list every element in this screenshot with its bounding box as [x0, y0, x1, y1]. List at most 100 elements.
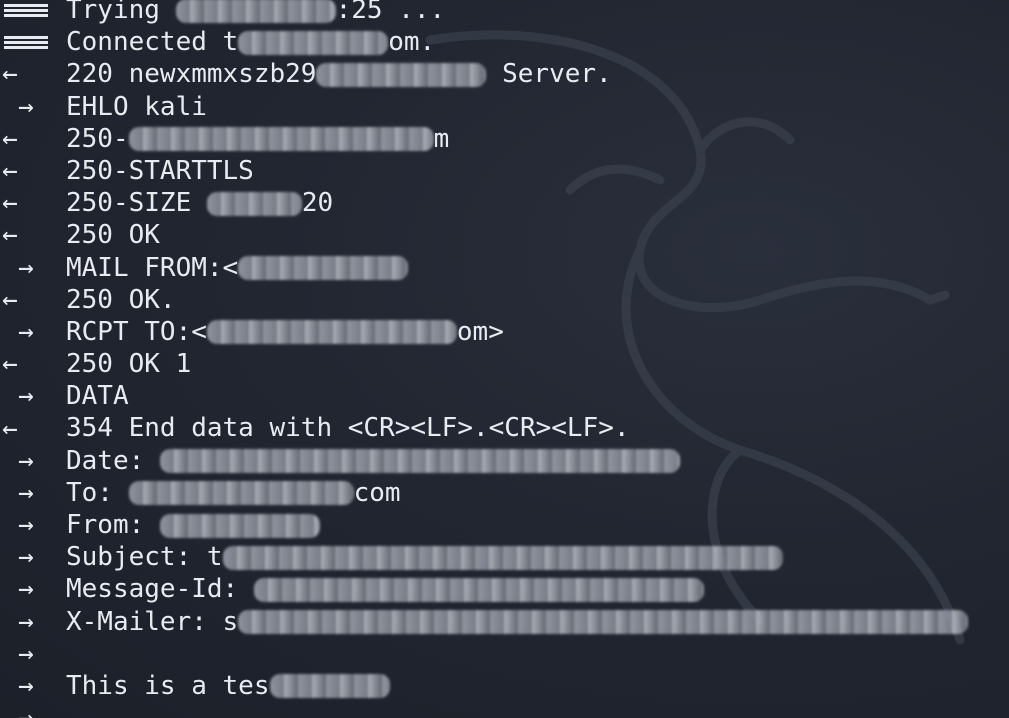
- arrow-left-glyph: ←: [2, 188, 18, 219]
- line-text-before: X-Mailer: s: [66, 606, 239, 637]
- terminal-line: ← 250- m: [0, 123, 1009, 155]
- arrow-left-icon: ←: [0, 348, 66, 380]
- line-text: EHLO kali: [66, 91, 207, 123]
- terminal-line: → Message-Id:: [0, 573, 1009, 605]
- arrow-left-icon: ←: [0, 284, 66, 316]
- redacted-region: [159, 449, 680, 474]
- arrow-left-glyph: ←: [2, 349, 18, 380]
- line-text: Message-Id:: [66, 573, 704, 605]
- terminal-line: ← 250 OK 1: [0, 348, 1009, 380]
- terminal-line: → X-Mailer: s: [0, 606, 1009, 638]
- terminal-line: ← 250 OK: [0, 219, 1009, 251]
- redacted-region: [238, 256, 409, 280]
- terminal-line: Trying :25 ...: [0, 0, 1009, 26]
- line-text-after: com: [353, 477, 401, 508]
- arrow-right-icon: →: [0, 91, 66, 123]
- terminal-line: →: [0, 702, 1009, 718]
- redacted-region: [222, 545, 783, 570]
- line-text-before: 250-: [66, 123, 129, 154]
- line-text: Date:: [66, 445, 680, 477]
- line-text-before: To:: [66, 477, 129, 508]
- line-text: 250-STARTTLS: [66, 155, 254, 187]
- arrow-right-icon: →: [0, 445, 66, 477]
- terminal-line: ← 354 End data with <CR><LF>.<CR><LF>.: [0, 412, 1009, 444]
- line-text-after: om.: [388, 27, 436, 58]
- arrow-right-icon: →: [0, 670, 66, 702]
- terminal-line: → From:: [0, 509, 1009, 541]
- line-text: DATA: [66, 380, 129, 412]
- terminal-line: ← 250 OK.: [0, 284, 1009, 316]
- line-text: 220 newxmmxszb29 Server.: [66, 58, 612, 90]
- arrow-right-icon: →: [0, 380, 66, 412]
- arrow-right-glyph: →: [18, 574, 34, 605]
- terminal-line: ← 220 newxmmxszb29 Server.: [0, 58, 1009, 90]
- arrow-right-icon: →: [0, 541, 66, 573]
- terminal-line: → MAIL FROM:<: [0, 252, 1009, 284]
- line-text-before: 250 OK 1: [66, 349, 192, 380]
- terminal-window[interactable]: Trying :25 ... Connected t om. ← 220 newxmmx…: [0, 0, 1009, 718]
- arrow-right-glyph: →: [18, 252, 34, 283]
- arrow-left-icon: ←: [0, 123, 66, 155]
- terminal-output[interactable]: Trying :25 ... Connected t om. ← 220 newxmmx…: [0, 0, 1009, 718]
- line-text-before: Subject: t: [66, 542, 223, 573]
- arrow-left-glyph: ←: [2, 156, 18, 187]
- line-text-before: This is a tes: [66, 670, 270, 701]
- line-text-after: 20: [301, 188, 334, 219]
- line-text-after: :25 ...: [335, 0, 446, 25]
- line-text-before: 250 OK.: [66, 284, 176, 315]
- line-text-before: DATA: [66, 381, 129, 412]
- line-text-before: EHLO kali: [66, 91, 207, 122]
- arrow-left-icon: ←: [0, 155, 66, 187]
- arrow-right-glyph: →: [18, 445, 34, 476]
- arrow-right-icon: →: [0, 252, 66, 284]
- line-text: 250-SIZE 20: [66, 187, 333, 219]
- redacted-region: [238, 610, 969, 635]
- terminal-line: → EHLO kali: [0, 91, 1009, 123]
- redacted-region: [316, 62, 487, 87]
- line-text: 250 OK.: [66, 284, 176, 316]
- arrow-right-icon: →: [0, 702, 66, 718]
- line-text: MAIL FROM:<: [66, 252, 409, 284]
- line-text-before: Date:: [66, 445, 160, 476]
- line-text: From:: [66, 509, 320, 541]
- redacted-region: [269, 674, 390, 699]
- line-text-after: om>: [456, 316, 504, 347]
- line-text: X-Mailer: s: [66, 606, 969, 638]
- arrow-right-glyph: →: [18, 91, 34, 122]
- redacted-region: [206, 191, 302, 216]
- line-text-after: Server.: [486, 59, 612, 90]
- line-text: Trying :25 ...: [66, 0, 445, 26]
- redacted-region: [128, 481, 354, 506]
- line-text: Connected t om.: [66, 26, 435, 58]
- line-text: RCPT TO:< om>: [66, 316, 504, 348]
- arrow-right-glyph: →: [18, 381, 34, 412]
- redacted-region: [253, 577, 704, 602]
- arrow-right-glyph: →: [18, 638, 34, 669]
- line-text: This is a tes: [66, 670, 390, 702]
- arrow-right-glyph: →: [18, 671, 34, 702]
- line-text: 250- m: [66, 123, 449, 155]
- terminal-line: → Date:: [0, 445, 1009, 477]
- connection-marker-icon: [0, 26, 66, 58]
- redacted-region: [175, 0, 336, 23]
- arrow-right-icon: →: [0, 316, 66, 348]
- terminal-line: → DATA: [0, 380, 1009, 412]
- arrow-right-icon: →: [0, 606, 66, 638]
- line-text-before: 250-SIZE: [66, 188, 207, 219]
- line-text: 250 OK 1: [66, 348, 191, 380]
- arrow-right-glyph: →: [18, 702, 34, 718]
- arrow-right-glyph: →: [18, 542, 34, 573]
- arrow-right-icon: →: [0, 573, 66, 605]
- terminal-line: → This is a tes: [0, 670, 1009, 702]
- arrow-left-icon: ←: [0, 413, 66, 445]
- arrow-right-glyph: →: [18, 606, 34, 637]
- arrow-right-icon: →: [0, 477, 66, 509]
- arrow-left-glyph: ←: [2, 220, 18, 251]
- arrow-right-glyph: →: [18, 477, 34, 508]
- redacted-region: [128, 127, 434, 152]
- line-text-after: m: [433, 123, 450, 154]
- arrow-left-glyph: ←: [2, 284, 18, 315]
- arrow-left-icon: ←: [0, 187, 66, 219]
- line-text-before: Connected t: [66, 27, 239, 58]
- arrow-right-glyph: →: [18, 316, 34, 347]
